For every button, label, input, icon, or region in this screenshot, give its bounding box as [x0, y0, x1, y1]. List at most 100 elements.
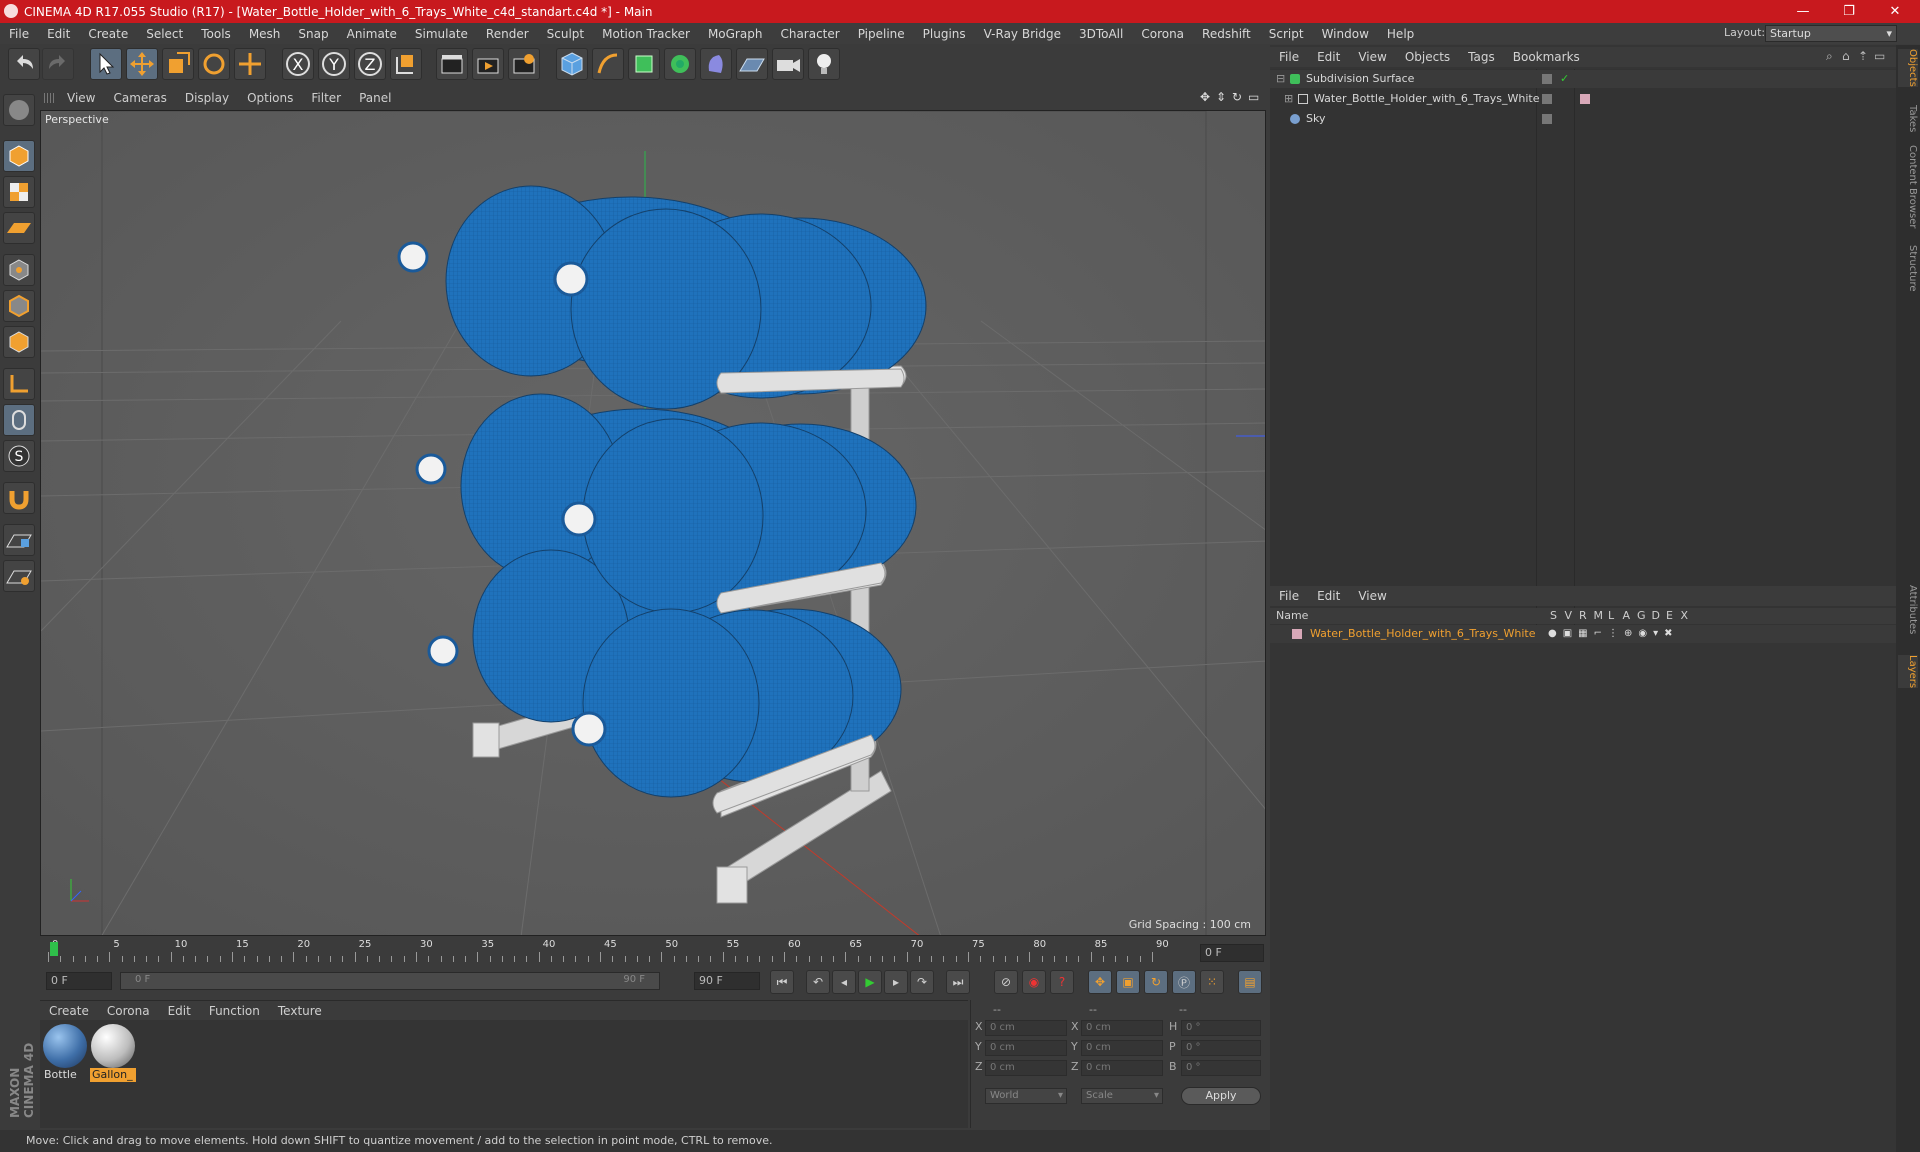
menu-character[interactable]: Character	[771, 27, 848, 41]
home-icon[interactable]: ⌂	[1842, 49, 1850, 63]
layer-menu-file[interactable]: File	[1270, 589, 1308, 603]
workplane-mode-button[interactable]	[3, 212, 35, 244]
menu-select[interactable]: Select	[137, 27, 192, 41]
layer-flag-x[interactable]: X	[1681, 609, 1689, 622]
apply-button[interactable]: Apply	[1181, 1087, 1261, 1105]
position-key-button[interactable]: ✥	[1088, 970, 1112, 994]
object-menu-objects[interactable]: Objects	[1396, 50, 1459, 64]
tweak-mode-button[interactable]	[3, 404, 35, 436]
viewport-menu-panel[interactable]: Panel	[350, 91, 400, 105]
scale-key-button[interactable]: ▣	[1116, 970, 1140, 994]
menu-help[interactable]: Help	[1378, 27, 1423, 41]
object-menu-bookmarks[interactable]: Bookmarks	[1504, 50, 1589, 64]
camera-button[interactable]	[772, 48, 804, 80]
material-tag-icon[interactable]	[1580, 94, 1590, 104]
visibility-toggle[interactable]	[1542, 114, 1552, 124]
parameter-key-button[interactable]: Ⓟ	[1172, 970, 1196, 994]
autokey-button[interactable]: ◉	[1022, 970, 1046, 994]
size-mode-dropdown[interactable]: Scale ▾	[1081, 1088, 1163, 1104]
pen-spline-button[interactable]	[592, 48, 624, 80]
layer-flag-d[interactable]: D	[1652, 609, 1660, 622]
position-field[interactable]: 0 cm	[985, 1060, 1067, 1076]
render-to-picture-viewer-button[interactable]	[472, 48, 504, 80]
menu-v-ray-bridge[interactable]: V-Ray Bridge	[975, 27, 1070, 41]
object-menu-file[interactable]: File	[1270, 50, 1308, 64]
scale-tool-button[interactable]	[162, 48, 194, 80]
timeline-window-button[interactable]: ▤	[1238, 970, 1262, 994]
expand-icon[interactable]: ⊞	[1284, 90, 1293, 108]
timeline-ruler[interactable]: 051015202530354045505560657075808590 0 F	[40, 938, 1266, 964]
side-tab-objects[interactable]: Objects	[1898, 49, 1918, 87]
enable-axis-button[interactable]	[3, 368, 35, 400]
layer-row[interactable]: Water_Bottle_Holder_with_6_Trays_White ●…	[1270, 625, 1896, 643]
pan-icon[interactable]: ✥	[1200, 90, 1210, 104]
point-level-button[interactable]: ⁙	[1200, 970, 1224, 994]
layer-flag-m[interactable]: M	[1594, 609, 1604, 622]
layer-flag-s[interactable]: S	[1550, 609, 1557, 622]
render-view-button[interactable]	[436, 48, 468, 80]
go-to-start-button[interactable]: ⏮	[770, 970, 794, 994]
planar-workplane-button[interactable]	[3, 560, 35, 592]
make-editable-button[interactable]	[3, 94, 35, 126]
material-menu-texture[interactable]: Texture	[269, 1004, 331, 1018]
menu-pipeline[interactable]: Pipeline	[849, 27, 914, 41]
layer-flag-e[interactable]: E	[1666, 609, 1673, 622]
magnet-button[interactable]	[3, 482, 35, 514]
visibility-toggle[interactable]	[1542, 74, 1552, 84]
layer-flag-a[interactable]: A	[1623, 609, 1631, 622]
floor-button[interactable]	[736, 48, 768, 80]
previous-frame-button[interactable]: ◂	[832, 970, 856, 994]
minimize-button[interactable]: —	[1780, 0, 1826, 23]
object-row-sky[interactable]: Sky	[1270, 110, 1896, 128]
object-row-holder[interactable]: ⊞ Water_Bottle_Holder_with_6_Trays_White	[1270, 90, 1896, 108]
array-button[interactable]	[664, 48, 696, 80]
polygons-mode-button[interactable]	[3, 326, 35, 358]
record-keys-button[interactable]: ⊘	[994, 970, 1018, 994]
object-row-subdivision[interactable]: ⊟ Subdivision Surface ✓	[1270, 70, 1896, 88]
maximize-view-icon[interactable]: ▭	[1248, 90, 1259, 104]
side-tab-takes[interactable]: Takes	[1898, 105, 1918, 132]
playhead[interactable]	[50, 942, 58, 956]
menu-plugins[interactable]: Plugins	[914, 27, 975, 41]
range-slider[interactable]: 0 F 90 F	[120, 972, 660, 990]
x-axis-button[interactable]: X	[282, 48, 314, 80]
light-button[interactable]	[808, 48, 840, 80]
position-field[interactable]: 0 cm	[985, 1040, 1067, 1056]
next-key-button[interactable]: ↷	[910, 970, 934, 994]
select-tool-button[interactable]	[90, 48, 122, 80]
visibility-toggle[interactable]	[1542, 94, 1552, 104]
viewport-menu-display[interactable]: Display	[176, 91, 238, 105]
menu-render[interactable]: Render	[477, 27, 538, 41]
move-tool-button[interactable]	[126, 48, 158, 80]
side-tab-structure[interactable]: Structure	[1898, 245, 1918, 292]
material-menu-edit[interactable]: Edit	[159, 1004, 200, 1018]
size-field[interactable]: 0 cm	[1081, 1020, 1163, 1036]
close-button[interactable]: ✕	[1872, 0, 1918, 23]
up-arrow-icon[interactable]: ⇡	[1858, 49, 1868, 63]
viewport-menu-options[interactable]: Options	[238, 91, 302, 105]
texture-mode-button[interactable]	[3, 176, 35, 208]
menu-window[interactable]: Window	[1313, 27, 1378, 41]
check-icon[interactable]: ✓	[1560, 70, 1569, 88]
end-frame-field[interactable]: 90 F	[694, 972, 760, 990]
side-tab-layers[interactable]: Layers	[1898, 655, 1918, 689]
render-settings-button[interactable]	[508, 48, 540, 80]
rotate-tool-button[interactable]	[198, 48, 230, 80]
side-tab-content-browser[interactable]: Content Browser	[1898, 145, 1918, 228]
keyframe-selection-button[interactable]: ?	[1050, 970, 1074, 994]
material-menu-create[interactable]: Create	[40, 1004, 98, 1018]
snap-button[interactable]: S	[3, 440, 35, 472]
menu-simulate[interactable]: Simulate	[406, 27, 477, 41]
layer-flag-icons[interactable]: ●▣▦⌐⋮⊕◉▾✖	[1548, 625, 1679, 643]
material-menu-function[interactable]: Function	[200, 1004, 269, 1018]
size-field[interactable]: 0 cm	[1081, 1060, 1163, 1076]
menu-3dtoall[interactable]: 3DToAll	[1070, 27, 1132, 41]
layer-flag-v[interactable]: V	[1565, 609, 1573, 622]
layer-menu-view[interactable]: View	[1349, 589, 1395, 603]
next-frame-button[interactable]: ▸	[884, 970, 908, 994]
viewport-menu-filter[interactable]: Filter	[302, 91, 350, 105]
dolly-icon[interactable]: ⇕	[1216, 90, 1226, 104]
menu-motion-tracker[interactable]: Motion Tracker	[593, 27, 699, 41]
restore-button[interactable]: ❐	[1826, 0, 1872, 23]
object-menu-tags[interactable]: Tags	[1459, 50, 1504, 64]
